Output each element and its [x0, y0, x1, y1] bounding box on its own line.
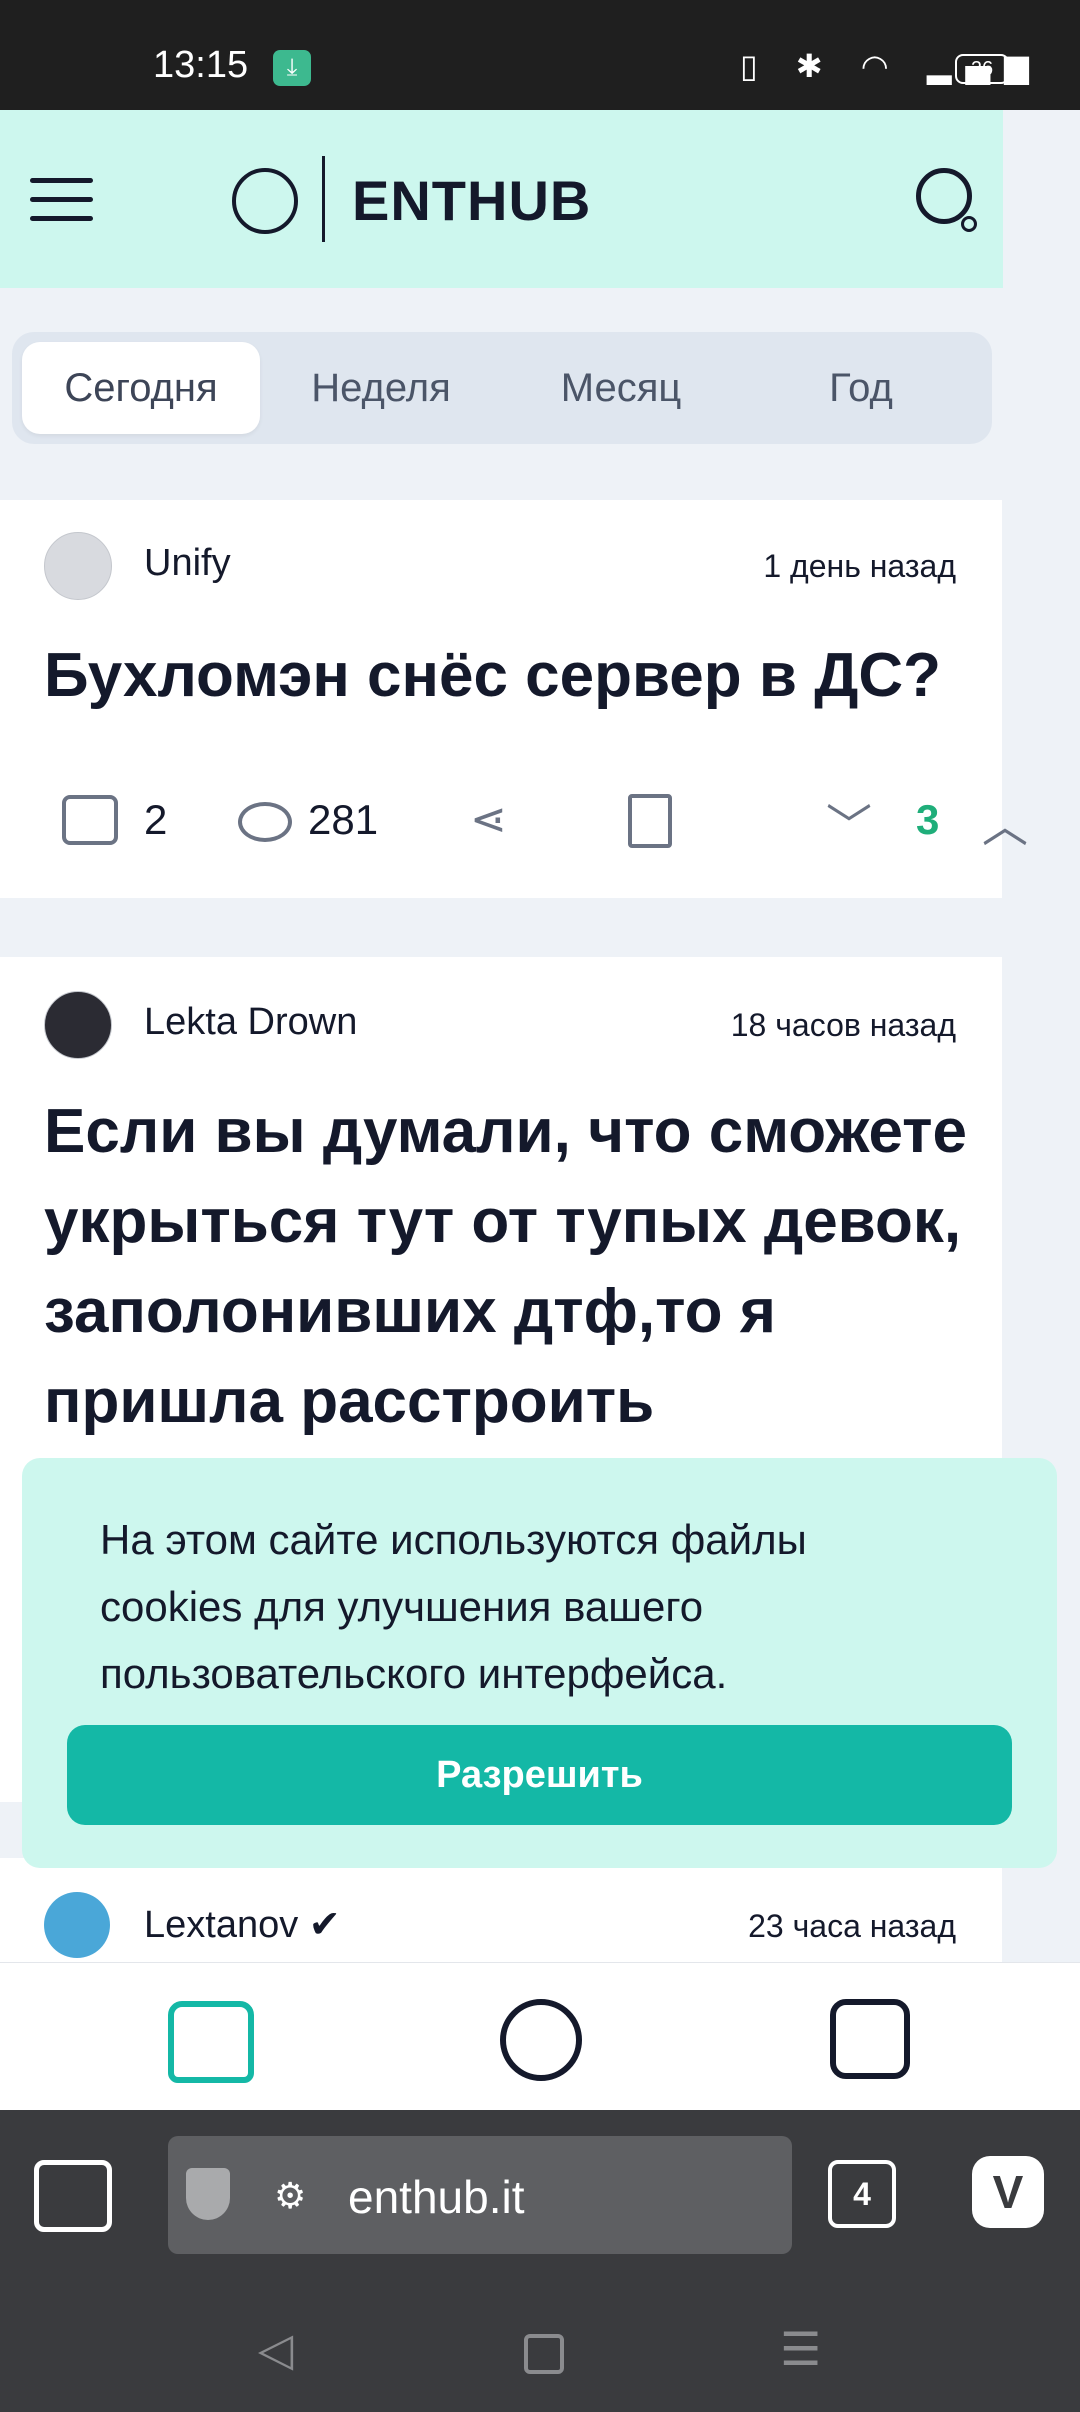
search-icon[interactable]	[900, 150, 990, 240]
home-icon[interactable]	[168, 2001, 254, 2083]
shield-icon[interactable]	[186, 2168, 230, 2220]
downvote-icon[interactable]: ﹀	[826, 790, 872, 856]
cookie-banner: На этом сайте используются файлы cookies…	[22, 1458, 1057, 1868]
logo-text: ENTHUB	[352, 169, 592, 232]
avatar[interactable]	[44, 991, 112, 1059]
upvote-icon[interactable]: ︿	[982, 790, 1028, 856]
post-time: 1 день назад	[763, 548, 956, 584]
views-icon	[238, 802, 292, 842]
bottom-nav	[0, 1962, 1080, 2111]
back-icon[interactable]: ◁	[258, 2322, 293, 2376]
allow-cookies-button[interactable]: Разрешить	[67, 1725, 1012, 1825]
share-icon[interactable]: ⋖	[470, 794, 520, 845]
vivaldi-menu-icon[interactable]: V	[972, 2156, 1044, 2228]
comment-count: 2	[144, 796, 168, 843]
browser-toolbar: ⚙ enthub.it 4 V	[0, 2110, 1080, 2288]
pacman-logo-icon	[232, 168, 298, 234]
post-author[interactable]: Unify	[144, 542, 231, 585]
rating-value: 3	[916, 796, 940, 843]
tab-week[interactable]: Неделя	[262, 342, 500, 434]
status-time: 13:15	[153, 44, 249, 86]
url-text: enthub.it	[348, 2171, 525, 2223]
post-card[interactable]: Unify 1 день назад Бухломэн снёс сервер …	[0, 500, 1028, 898]
battery-icon: 26	[955, 54, 1015, 84]
comment-icon[interactable]	[62, 795, 118, 845]
logo[interactable]: ENTHUB	[0, 110, 600, 288]
system-navigation: ◁ ☰	[0, 2288, 1080, 2412]
period-tabs: Сегодня Неделя Месяц Год	[12, 332, 992, 444]
views-count: 281	[308, 796, 379, 843]
post-title[interactable]: Если вы думали, что сможете укрыться тут…	[44, 1087, 974, 1447]
profile-icon[interactable]	[830, 1999, 910, 2079]
post-title[interactable]: Бухломэн снёс сервер в ДС?	[44, 640, 941, 711]
download-icon: ⤓	[273, 50, 311, 86]
avatar[interactable]	[44, 532, 112, 600]
sidebar-panel-icon[interactable]	[34, 2160, 112, 2232]
tab-year[interactable]: Год	[742, 342, 980, 434]
bookmark-icon[interactable]	[628, 794, 672, 848]
tabs-count-button[interactable]: 4	[828, 2160, 896, 2228]
tab-today[interactable]: Сегодня	[22, 342, 260, 434]
site-header: ENTHUB	[0, 110, 1003, 288]
site-settings-icon[interactable]: ⚙	[274, 2176, 306, 2217]
post-author[interactable]: Lextanov ✔	[144, 1902, 341, 1947]
post-time: 18 часов назад	[730, 1007, 956, 1043]
post-card[interactable]: Lextanov ✔ 23 часа назад	[0, 1858, 1002, 1968]
tab-month[interactable]: Месяц	[502, 342, 740, 434]
avatar[interactable]	[44, 1892, 110, 1958]
home-button-icon[interactable]	[524, 2334, 564, 2374]
address-bar[interactable]: ⚙ enthub.it	[168, 2136, 792, 2254]
post-time: 23 часа назад	[748, 1908, 956, 1944]
post-author[interactable]: Lekta Drown	[144, 1001, 357, 1044]
recents-icon[interactable]: ☰	[780, 2322, 821, 2376]
status-bar: 13:15 ⤓ ▯ ✱ ◠ ▂▄▆ 26	[0, 0, 1080, 110]
logo-divider	[322, 156, 325, 242]
clock-icon[interactable]	[500, 1999, 582, 2081]
cookie-text: На этом сайте используются файлы cookies…	[100, 1516, 807, 1697]
